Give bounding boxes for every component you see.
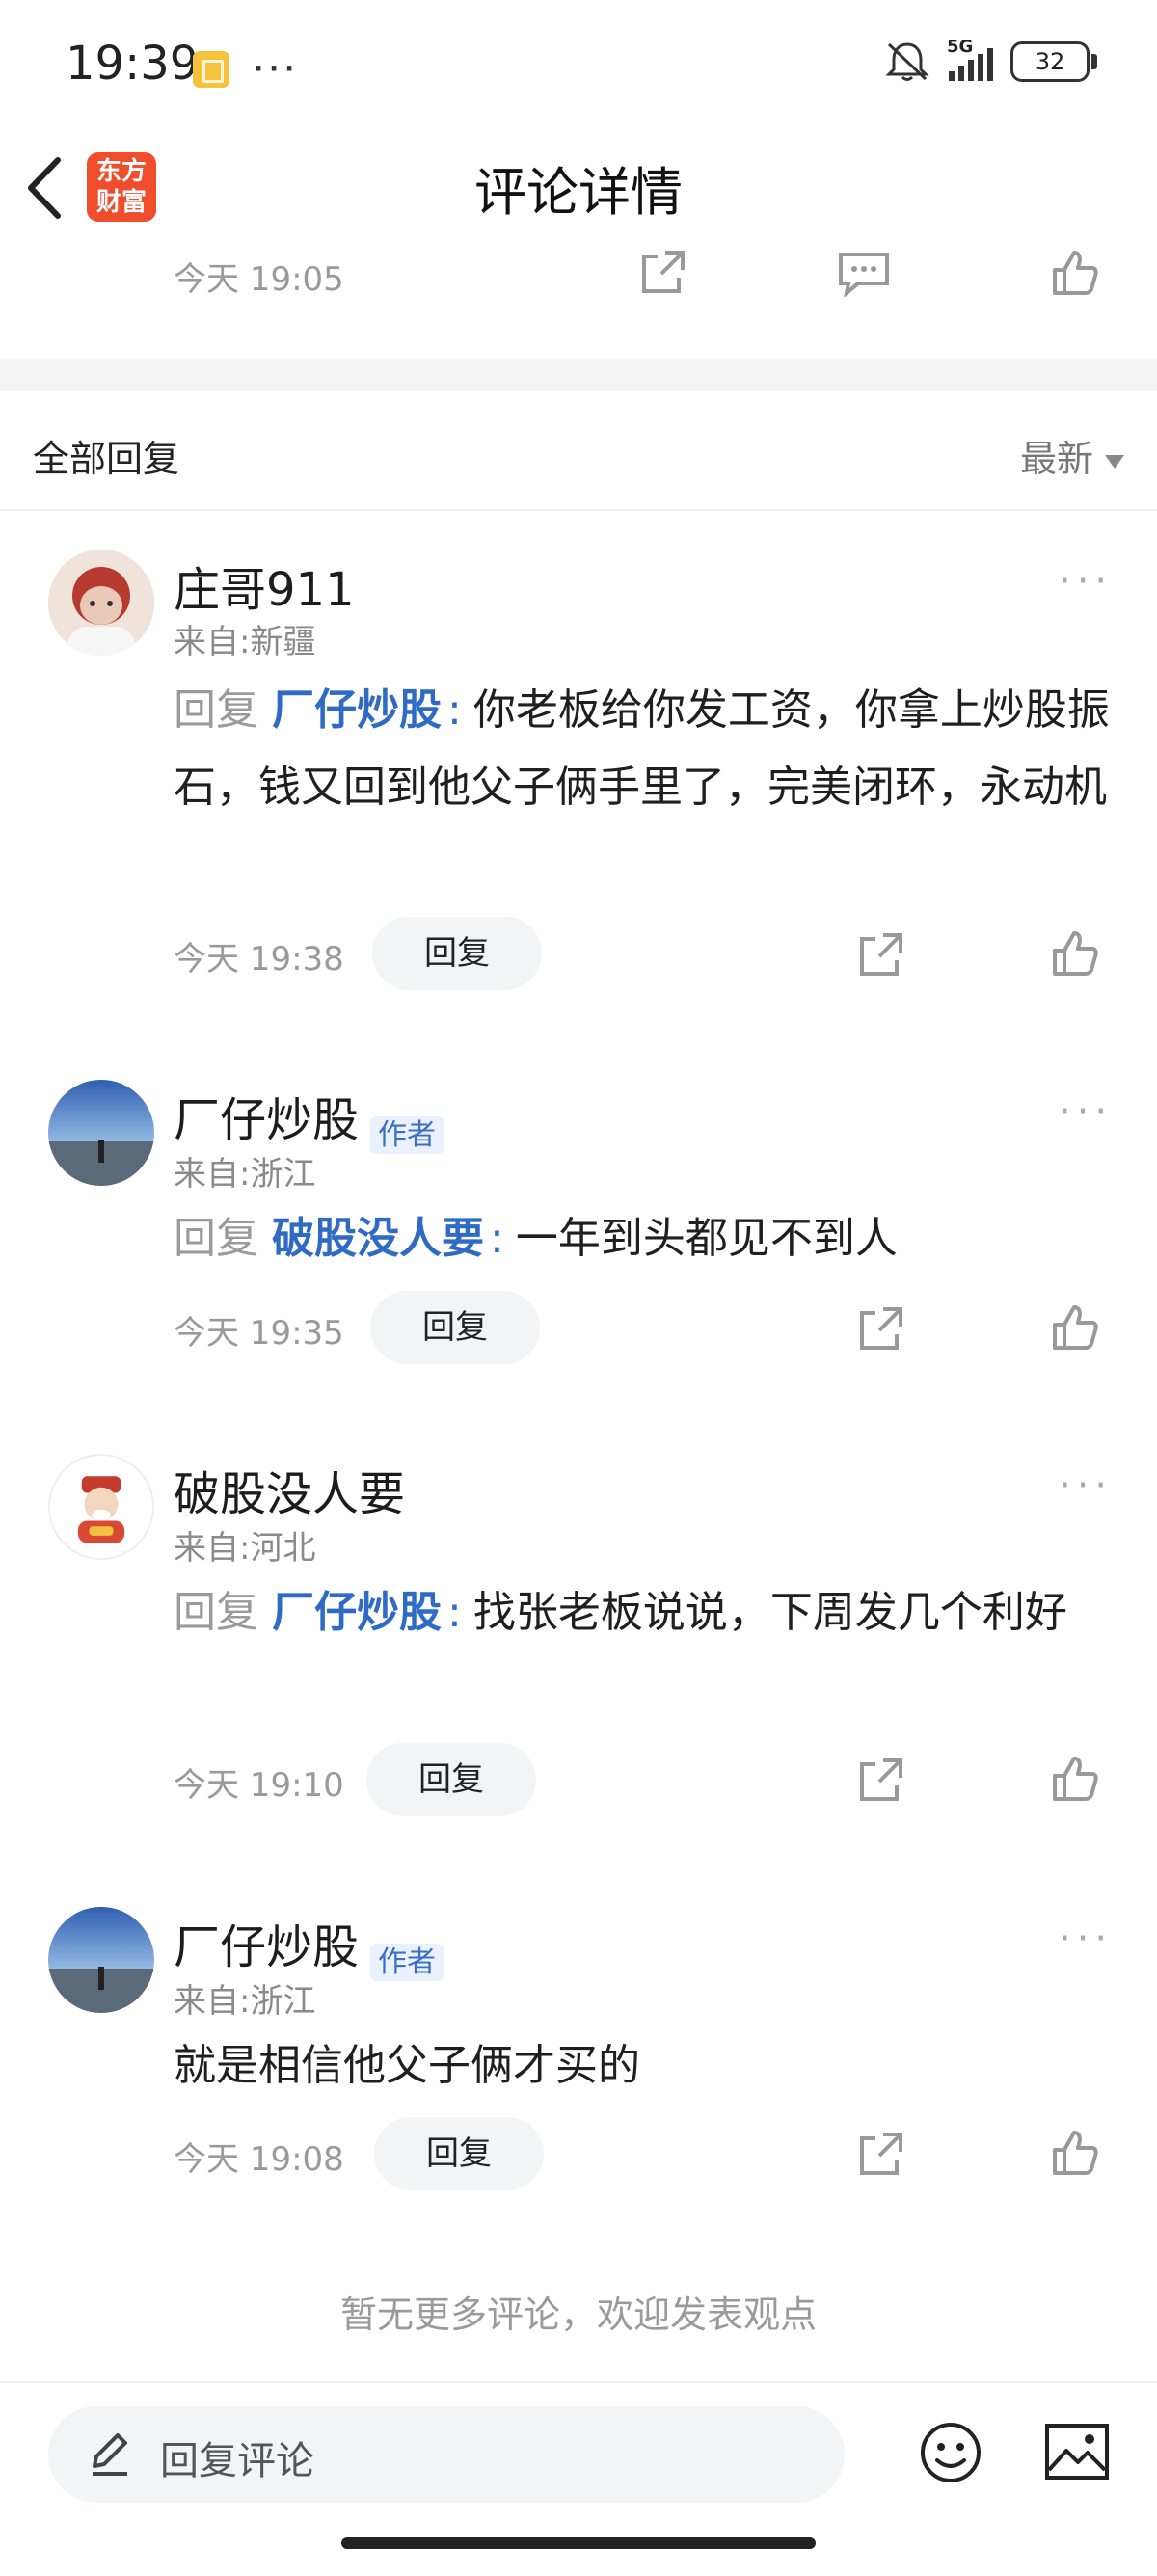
mention-link[interactable]: 破股没人要: [272, 1214, 484, 1263]
location: 来自:浙江: [174, 1982, 316, 2021]
pencil-icon: [93, 2433, 127, 2476]
reply-input-placeholder[interactable]: 回复评论: [160, 2429, 314, 2485]
status-right-icons: 5G 32: [883, 37, 1097, 83]
caret-down-icon: [1105, 454, 1124, 469]
top-item-time: 今天 19:05: [174, 260, 344, 299]
more-notifications-icon: ···: [252, 44, 299, 94]
share-icon[interactable]: [858, 1305, 904, 1352]
sort-label: 最新: [1019, 438, 1093, 480]
username[interactable]: 厂仔炒股: [174, 1920, 359, 1974]
avatar[interactable]: [48, 1080, 154, 1186]
comment-content[interactable]: 回复 厂仔炒股: 你老板给你发工资，你拿上炒股振石，钱又回到他父子俩手里了，完美闭环…: [174, 672, 1118, 826]
comment-content[interactable]: 回复 厂仔炒股: 找张老板说说，下周发几个利好: [174, 1574, 1118, 1651]
section-divider: [0, 359, 1157, 391]
like-icon[interactable]: [1051, 2129, 1099, 2177]
more-options-icon[interactable]: ···: [1059, 1463, 1113, 1508]
status-bar: 19:39 ··· 5G 32: [0, 0, 1157, 135]
comment-text: 找张老板说说，下周发几个利好: [472, 1588, 1067, 1637]
page-title: 评论详情: [474, 162, 683, 223]
mention-link[interactable]: 厂仔炒股: [272, 685, 442, 735]
like-icon[interactable]: [1051, 1303, 1099, 1352]
mention-link[interactable]: 厂仔炒股: [272, 1588, 442, 1637]
status-notification-icons: ···: [193, 44, 298, 94]
avatar[interactable]: [48, 1907, 154, 2013]
avatar-image: [48, 1080, 154, 1186]
image-icon[interactable]: [1043, 2422, 1111, 2482]
replies-section-title: 全部回复: [33, 438, 180, 480]
author-badge: 作者: [370, 1943, 444, 1981]
avatar-image: [48, 550, 154, 656]
author-badge: 作者: [370, 1115, 444, 1154]
comment-time: 今天 19:38: [174, 940, 344, 979]
like-icon[interactable]: [1051, 929, 1099, 978]
reply-prefix: 回复: [174, 685, 258, 735]
location: 来自:新疆: [174, 623, 316, 661]
share-icon[interactable]: [858, 931, 904, 978]
like-icon[interactable]: [1051, 1755, 1099, 1803]
notes-app-icon: [193, 50, 229, 88]
comment-content[interactable]: 回复 破股没人要: 一年到头都见不到人: [174, 1200, 1118, 1277]
location: 来自:浙江: [174, 1155, 316, 1194]
comment-time: 今天 19:10: [174, 1766, 344, 1805]
status-time: 19:39: [66, 37, 200, 91]
signal-icon: 5G: [947, 37, 993, 81]
reply-prefix: 回复: [174, 1588, 258, 1637]
share-icon[interactable]: [858, 2131, 904, 2177]
comment-time: 今天 19:08: [174, 2140, 344, 2179]
comment-text: 一年到头都见不到人: [515, 1214, 898, 1263]
mute-bell-icon: [885, 42, 929, 81]
comment-content[interactable]: 就是相信他父子俩才买的: [174, 2027, 1118, 2105]
share-icon[interactable]: [858, 1757, 904, 1803]
share-icon[interactable]: [640, 249, 686, 295]
home-indicator: [341, 2537, 816, 2549]
username[interactable]: 破股没人要: [174, 1467, 405, 1521]
emoji-icon[interactable]: [918, 2420, 983, 2485]
like-icon[interactable]: [1051, 249, 1099, 297]
avatar[interactable]: [48, 550, 154, 656]
more-options-icon[interactable]: ···: [1059, 559, 1113, 604]
more-options-icon[interactable]: ···: [1059, 1089, 1113, 1134]
avatar[interactable]: [48, 1454, 154, 1560]
divider: [0, 509, 1157, 511]
reply-button[interactable]: 回复: [372, 917, 542, 990]
location: 来自:河北: [174, 1529, 316, 1568]
network-type-label: 5G: [947, 37, 974, 57]
no-more-comments-note: 暂无更多评论，欢迎发表观点: [339, 2294, 817, 2336]
username[interactable]: 庄哥911: [174, 563, 355, 617]
comment-time: 今天 19:35: [174, 1314, 344, 1353]
username[interactable]: 厂仔炒股: [174, 1093, 359, 1147]
reply-button[interactable]: 回复: [370, 1291, 540, 1364]
avatar-image: [50, 1456, 152, 1558]
comment-icon[interactable]: [837, 249, 904, 297]
reply-prefix: 回复: [174, 1214, 258, 1263]
battery-icon: 32: [1010, 41, 1097, 82]
avatar-image: [48, 1907, 154, 2013]
comment-text: 就是相信他父子俩才买的: [174, 2041, 640, 2090]
sort-dropdown[interactable]: 最新: [1020, 429, 1124, 482]
more-options-icon[interactable]: ···: [1059, 1917, 1113, 1961]
reply-button[interactable]: 回复: [374, 2117, 544, 2190]
reply-button[interactable]: 回复: [366, 1743, 536, 1816]
